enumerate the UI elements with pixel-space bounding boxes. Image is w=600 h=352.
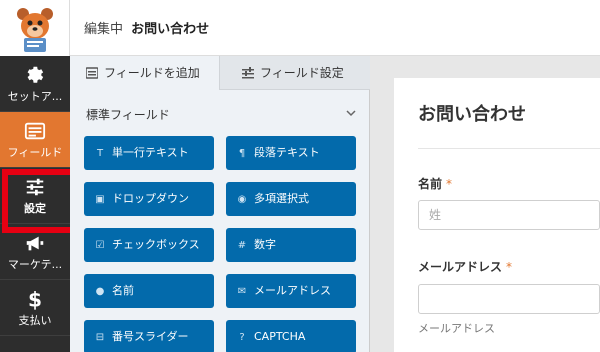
slider-icon: ⊟ — [95, 332, 105, 343]
field-button-label: ドロップダウン — [112, 192, 189, 205]
name-input[interactable]: 姓 — [418, 200, 600, 230]
email-label-text: メールアドレス — [418, 260, 503, 274]
field-button-label: 名前 — [112, 284, 134, 297]
preview-form-title: お問い合わせ — [418, 104, 526, 125]
field-button-dropdown[interactable]: ▣ ドロップダウン — [84, 182, 214, 216]
email-input[interactable] — [418, 284, 600, 314]
page-title: 編集中 お問い合わせ — [84, 18, 209, 37]
radio-icon: ◉ — [237, 194, 247, 205]
required-marker: * — [446, 177, 453, 191]
field-button-label: 多項選択式 — [254, 192, 309, 205]
tab-field-settings-label: フィールド設定 — [260, 66, 344, 80]
field-button-paragraph-text[interactable]: ¶ 段落テキスト — [226, 136, 356, 170]
nav-item-setup[interactable]: セットア... — [0, 56, 70, 112]
field-label-email: メールアドレス * — [418, 258, 512, 275]
top-header: 編集中 お問い合わせ — [0, 0, 600, 56]
form-preview: お問い合わせ 名前 * 姓 メールアドレス * メールアドレス — [394, 78, 600, 352]
checkbox-icon: ☑ — [95, 240, 105, 251]
dropdown-icon: ▣ — [95, 194, 105, 205]
field-button-captcha[interactable]: ? CAPTCHA — [226, 320, 356, 352]
required-marker: * — [506, 260, 513, 274]
envelope-icon: ✉ — [237, 286, 247, 297]
gear-icon — [27, 66, 44, 83]
field-button-number[interactable]: # 数字 — [226, 228, 356, 262]
field-button-multiple-choice[interactable]: ◉ 多項選択式 — [226, 182, 356, 216]
form-name: お問い合わせ — [131, 22, 210, 37]
tab-add-fields[interactable]: フィールドを追加 — [70, 56, 220, 90]
field-button-number-slider[interactable]: ⊟ 番号スライダー — [84, 320, 214, 352]
title-divider — [418, 148, 600, 149]
panel-tabs: フィールドを追加 フィールド設定 — [70, 56, 370, 90]
fields-icon — [24, 122, 46, 140]
text-icon: T — [96, 148, 104, 159]
paragraph-icon: ¶ — [238, 148, 246, 159]
field-button-single-line-text[interactable]: T 単一行テキスト — [84, 136, 214, 170]
dollar-icon: $ — [28, 288, 42, 310]
nav-item-payments[interactable]: $ 支払い — [0, 280, 70, 336]
tab-field-settings[interactable]: フィールド設定 — [220, 56, 370, 90]
wpforms-logo[interactable] — [0, 0, 70, 56]
field-button-email[interactable]: ✉ メールアドレス — [226, 274, 356, 308]
question-icon: ? — [239, 332, 245, 343]
chevron-down-icon[interactable] — [346, 108, 356, 118]
list-icon — [85, 67, 99, 79]
field-button-label: 単一行テキスト — [112, 146, 189, 159]
field-button-label: CAPTCHA — [254, 330, 306, 343]
editing-label: 編集中 — [84, 22, 124, 37]
nav-label-marketing: マーケテ... — [7, 258, 63, 271]
bear-mascot-icon — [17, 8, 53, 52]
svg-text:$: $ — [28, 288, 42, 310]
field-button-name[interactable]: ● 名前 — [84, 274, 214, 308]
standard-fields-heading[interactable]: 標準フィールド — [86, 106, 170, 123]
field-button-label: メールアドレス — [254, 284, 331, 297]
nav-item-fields[interactable]: フィールド — [0, 112, 70, 168]
field-button-label: 数字 — [254, 238, 276, 251]
nav-label-fields: フィールド — [7, 146, 63, 159]
megaphone-icon — [26, 236, 44, 251]
nav-label-payments: 支払い — [18, 314, 52, 327]
user-icon: ● — [95, 286, 105, 297]
name-label-text: 名前 — [418, 177, 443, 191]
field-label-name: 名前 * — [418, 175, 452, 192]
form-preview-area: お問い合わせ 名前 * 姓 メールアドレス * メールアドレス — [370, 56, 600, 352]
field-button-label: 番号スライダー — [112, 330, 189, 343]
hash-icon: # — [237, 240, 247, 251]
email-sublabel: メールアドレス — [418, 322, 495, 335]
field-button-label: 段落テキスト — [254, 146, 320, 159]
field-button-label: チェックボックス — [112, 238, 200, 251]
sliders-icon — [242, 67, 254, 79]
field-button-checkboxes[interactable]: ☑ チェックボックス — [84, 228, 214, 262]
fields-panel: フィールドを追加 フィールド設定 標準フィールド T 単一行テキスト ¶ 段落テキス… — [70, 56, 370, 352]
tab-add-fields-label: フィールドを追加 — [104, 66, 200, 80]
nav-label-setup: セットア... — [7, 90, 63, 103]
